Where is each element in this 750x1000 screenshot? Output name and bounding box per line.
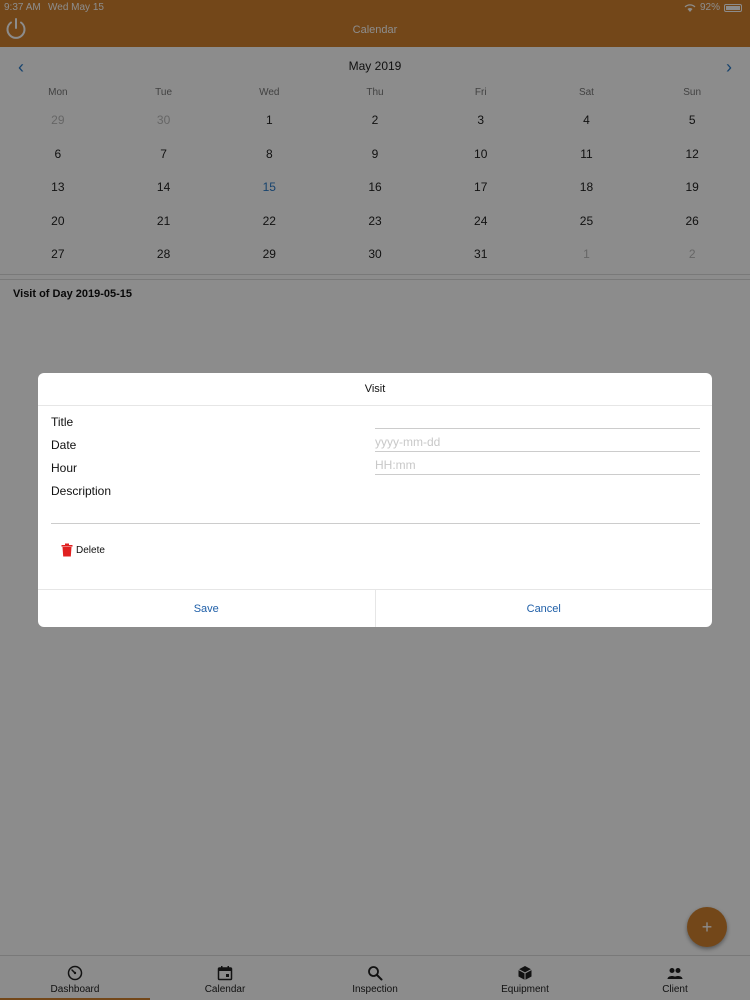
hour-input[interactable] xyxy=(375,455,700,475)
description-label: Description xyxy=(51,484,112,498)
save-button[interactable]: Save xyxy=(38,590,375,627)
title-label: Title xyxy=(51,415,74,429)
delete-button[interactable]: Delete xyxy=(61,543,105,557)
hour-label: Hour xyxy=(51,461,78,475)
dialog-actions: Save Cancel xyxy=(38,589,712,627)
description-input[interactable] xyxy=(51,523,700,524)
title-input[interactable] xyxy=(375,409,700,429)
date-label: Date xyxy=(51,438,77,452)
delete-label: Delete xyxy=(76,544,105,556)
dialog-title: Visit xyxy=(38,373,712,406)
cancel-button[interactable]: Cancel xyxy=(374,590,713,627)
date-input[interactable] xyxy=(375,432,700,452)
trash-icon xyxy=(61,543,73,557)
visit-dialog: Visit Title Date Hour Description Delete… xyxy=(38,373,712,627)
